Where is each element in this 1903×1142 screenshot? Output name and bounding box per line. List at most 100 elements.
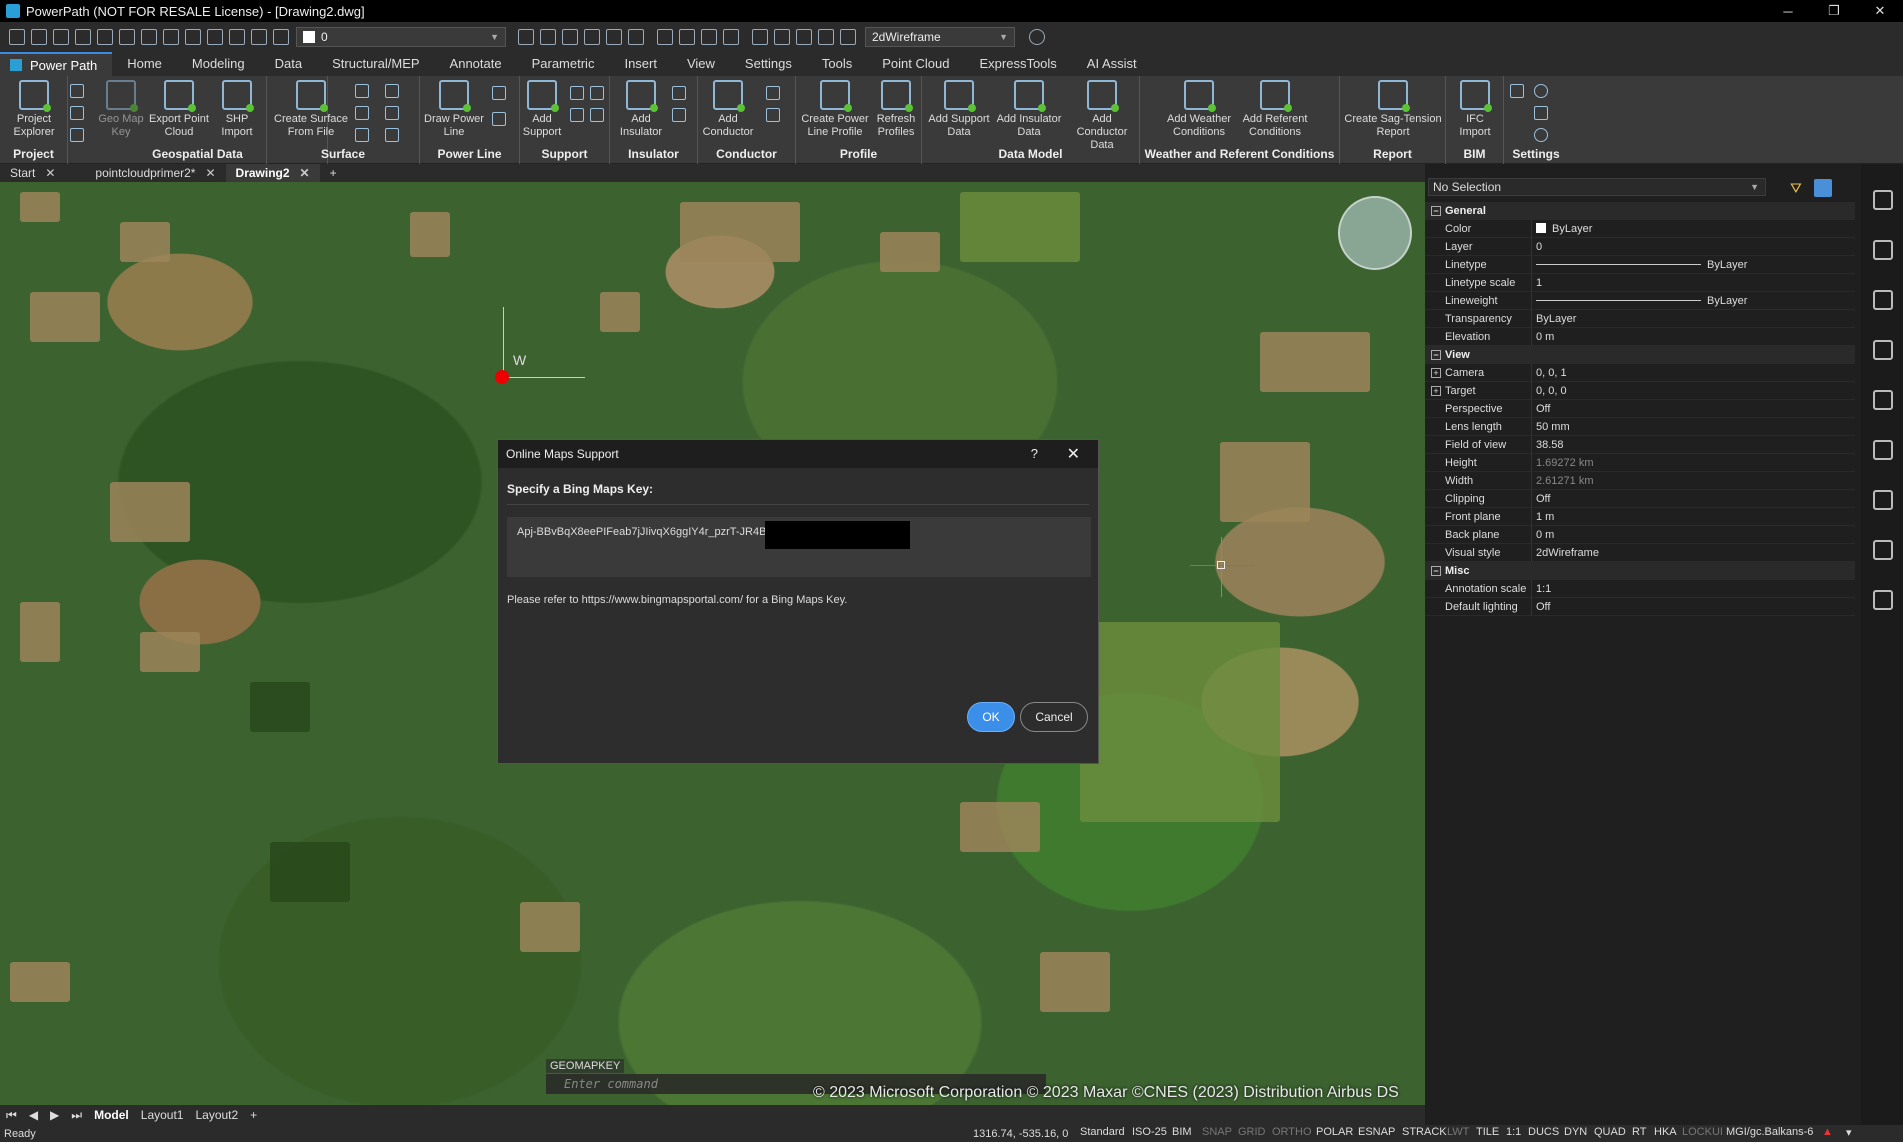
window-icon[interactable] [818, 29, 834, 45]
layout-tab-layout1[interactable]: Layout1 [135, 1108, 190, 1122]
next-layout-icon[interactable]: ▶ [44, 1108, 65, 1122]
property-row[interactable]: + Target 0, 0, 0 [1425, 382, 1855, 400]
tab-tools[interactable]: Tools [807, 52, 867, 76]
property-row[interactable]: Width 2.61271 km [1425, 472, 1855, 490]
support-tool-icon[interactable] [570, 108, 584, 122]
view-front-icon[interactable] [701, 29, 717, 45]
property-value[interactable]: 1:1 [1531, 580, 1855, 598]
selection-select[interactable]: No Selection ▼ [1428, 178, 1766, 196]
property-section[interactable]: − Misc [1425, 562, 1855, 580]
property-value[interactable]: 0 [1531, 238, 1855, 256]
tab-power-path[interactable]: Power Path [0, 52, 113, 76]
warning-icon[interactable]: ▲ [1822, 1126, 1833, 1138]
plot-icon[interactable] [141, 29, 157, 45]
conductor-tool-icon[interactable] [766, 108, 780, 122]
draw-power-line-button[interactable]: Draw Power Line [422, 80, 486, 139]
layer-bulb-icon[interactable] [207, 29, 223, 45]
property-row[interactable]: Back plane 0 m [1425, 526, 1855, 544]
cloud-upload-icon[interactable] [1873, 590, 1893, 610]
add-conductor-data-button[interactable]: Add Conductor Data [1066, 80, 1138, 152]
export-icon[interactable] [97, 29, 113, 45]
doc-tab-pointcloudprimer2[interactable]: pointcloudprimer2* ✕ [85, 164, 225, 182]
minimize-button[interactable]: ─ [1765, 0, 1811, 22]
about-icon[interactable] [1534, 128, 1548, 142]
property-row[interactable]: Lineweight ByLayer [1425, 292, 1855, 310]
insulator-tool-icon[interactable] [672, 86, 686, 100]
create-surface-from-file-button[interactable]: Create Surface From File [271, 80, 351, 139]
power-line-tool-icon[interactable] [492, 86, 506, 100]
add-layout-icon[interactable]: + [244, 1108, 263, 1122]
status-ortho[interactable]: ORTHO [1272, 1126, 1312, 1138]
save-as-icon[interactable] [75, 29, 91, 45]
layer-select[interactable]: 0 ▼ [296, 27, 506, 47]
filter-icon[interactable]: ⛛ [1790, 180, 1802, 197]
add-conductor-button[interactable]: Add Conductor [698, 80, 758, 139]
property-value[interactable]: Off [1531, 490, 1855, 508]
tab-home[interactable]: Home [112, 52, 177, 76]
add-insulator-data-button[interactable]: Add Insulator Data [994, 80, 1064, 139]
chat-icon[interactable] [1534, 106, 1548, 120]
ok-button[interactable]: OK [967, 702, 1015, 732]
status-polar[interactable]: POLAR [1316, 1126, 1353, 1138]
tab-structural-mep[interactable]: Structural/MEP [317, 52, 434, 76]
property-value[interactable]: ByLayer [1531, 220, 1855, 238]
tab-modeling[interactable]: Modeling [177, 52, 260, 76]
view-top-icon[interactable] [679, 29, 695, 45]
prev-layout-icon[interactable]: ◀ [23, 1108, 44, 1122]
render-icon[interactable] [723, 29, 739, 45]
walk-icon[interactable] [774, 29, 790, 45]
close-icon[interactable]: ✕ [205, 166, 215, 180]
redo-icon[interactable] [185, 29, 201, 45]
status-rt[interactable]: RT [1632, 1126, 1646, 1138]
doc-tab-start[interactable]: Start ✕ [0, 164, 65, 182]
settings-icon[interactable] [796, 29, 812, 45]
bing-key-input[interactable]: Apj-BBvBqX8eePIFeab7jJIivqX6ggIY4r_pzrT-… [507, 517, 1091, 577]
quick-select-icon[interactable] [1814, 179, 1832, 197]
property-value[interactable]: 0 m [1531, 526, 1855, 544]
property-row[interactable]: Annotation scale 1:1 [1425, 580, 1855, 598]
status-ducs[interactable]: DUCS [1528, 1126, 1559, 1138]
property-row[interactable]: Field of view 38.58 [1425, 436, 1855, 454]
property-row[interactable]: Linetype scale 1 [1425, 274, 1855, 292]
tab-view[interactable]: View [672, 52, 730, 76]
help-icon[interactable] [1029, 29, 1045, 45]
expand-icon[interactable]: + [1431, 368, 1441, 378]
grid-icon[interactable] [562, 29, 578, 45]
property-section[interactable]: − View [1425, 346, 1855, 364]
property-value[interactable]: Off [1531, 400, 1855, 418]
property-value[interactable]: 2.61271 km [1531, 472, 1855, 490]
undo-icon[interactable] [163, 29, 179, 45]
export-point-cloud-button[interactable]: Export Point Cloud [148, 80, 210, 139]
property-value[interactable]: 2dWireframe [1531, 544, 1855, 562]
status-hka[interactable]: HKA [1654, 1126, 1677, 1138]
property-row[interactable]: Linetype ByLayer [1425, 256, 1855, 274]
status-iso25[interactable]: ISO-25 [1132, 1126, 1167, 1138]
tab-parametric[interactable]: Parametric [517, 52, 610, 76]
support-tool-icon[interactable] [590, 86, 604, 100]
snap-icon[interactable] [540, 29, 556, 45]
status-coordinate-system[interactable]: MGI/gc.Balkans-6 [1726, 1126, 1813, 1138]
status-esnap[interactable]: ESNAP [1358, 1126, 1395, 1138]
help-button[interactable]: ? [1031, 446, 1038, 461]
layout-icon[interactable] [752, 29, 768, 45]
beam-icon[interactable] [1873, 490, 1893, 510]
property-value[interactable]: Off [1531, 598, 1855, 616]
match-properties-icon[interactable] [518, 29, 534, 45]
status-lockui[interactable]: LOCKUI [1682, 1126, 1723, 1138]
property-value[interactable]: 0, 0, 0 [1531, 382, 1855, 400]
structure-tree-icon[interactable] [1873, 290, 1893, 310]
collapse-icon[interactable]: − [1431, 350, 1441, 360]
ifc-import-button[interactable]: IFC Import [1450, 80, 1500, 139]
layers-icon[interactable] [1873, 340, 1893, 360]
new-file-icon[interactable] [9, 29, 25, 45]
status-strack[interactable]: STRACK [1402, 1126, 1447, 1138]
layer-print-icon[interactable] [273, 29, 289, 45]
support-tool-icon[interactable] [590, 108, 604, 122]
close-icon[interactable]: ✕ [300, 166, 310, 180]
layout-tab-model[interactable]: Model [88, 1108, 135, 1122]
collapse-icon[interactable]: − [1431, 566, 1441, 576]
open-file-icon[interactable] [31, 29, 47, 45]
tab-insert[interactable]: Insert [609, 52, 672, 76]
surface-tool-icon[interactable] [355, 84, 369, 98]
surface-tool-icon[interactable] [385, 106, 399, 120]
